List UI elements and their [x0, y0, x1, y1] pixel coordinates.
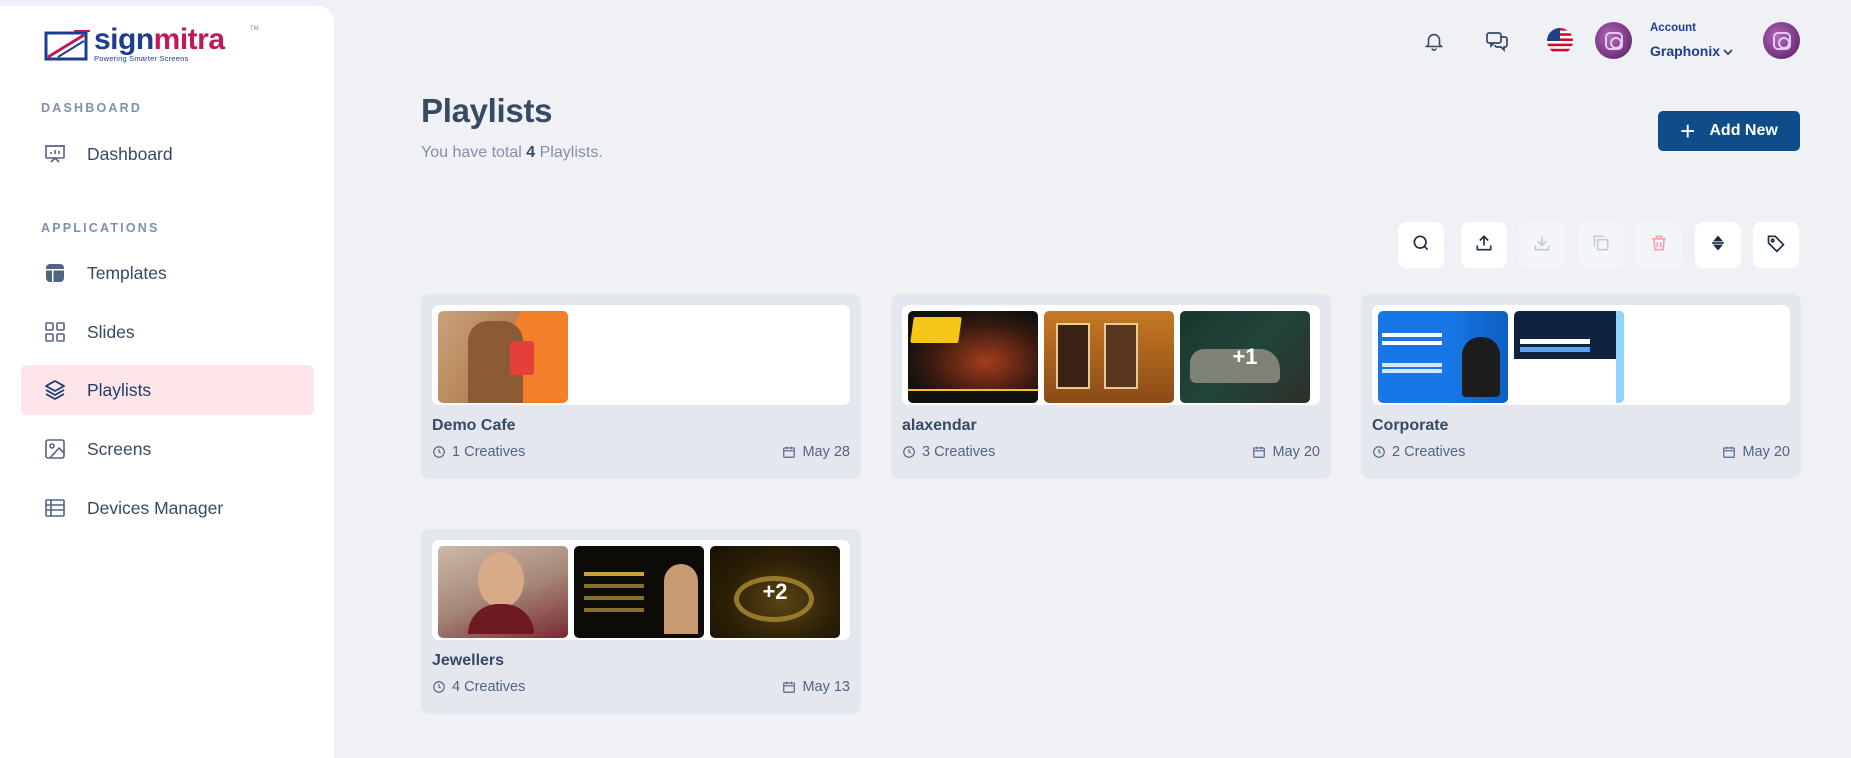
brand-tm: TM: [250, 26, 259, 32]
playlist-name[interactable]: Corporate: [1372, 417, 1448, 435]
sidebar-item-label: Screens: [87, 438, 152, 459]
playlist-name[interactable]: Demo Cafe: [432, 417, 516, 435]
more-creatives-badge: +1: [1180, 311, 1310, 403]
image-icon: [42, 436, 68, 462]
search-button[interactable]: [1398, 222, 1444, 268]
playlist-count: 4: [526, 144, 536, 161]
logo-mark-icon: [44, 27, 92, 63]
copy-icon: [1591, 233, 1611, 258]
tag-button[interactable]: [1753, 222, 1799, 268]
sidebar-item-label: Dashboard: [87, 143, 173, 164]
sidebar-item-label: Devices Manager: [87, 497, 224, 518]
nav-heading-applications: APPLICATIONS: [41, 221, 160, 235]
playlist-thumbnails: +1: [902, 305, 1320, 405]
playlist-name[interactable]: Jewellers: [432, 652, 504, 670]
sort-icon: [1708, 233, 1728, 258]
playlist-thumbnails: [432, 305, 850, 405]
sidebar-item-screens[interactable]: Screens: [21, 424, 314, 474]
account-avatar[interactable]: [1595, 22, 1632, 59]
brand-name: signmitra: [94, 23, 225, 56]
sidebar: signmitra Powering Smarter Screens TM DA…: [0, 6, 334, 758]
creatives-count: 2 Creatives: [1372, 444, 1465, 460]
brand-logo[interactable]: signmitra Powering Smarter Screens TM: [44, 23, 259, 63]
creative-thumbnail: +2: [710, 546, 840, 638]
plus-icon: +: [1680, 116, 1696, 146]
clock-icon: [1373, 446, 1385, 458]
search-icon: [1411, 233, 1431, 258]
grid-apps-icon: [42, 319, 68, 345]
us-flag-language-icon[interactable]: [1545, 26, 1575, 56]
calendar-icon: [783, 446, 796, 458]
creative-thumbnail: [574, 546, 704, 638]
delete-button[interactable]: [1636, 222, 1682, 268]
playlist-card[interactable]: +2 Jewellers 4 Creatives May 13: [421, 529, 861, 714]
upload-button[interactable]: [1461, 222, 1507, 268]
messages-chat-icon[interactable]: [1482, 26, 1512, 56]
calendar-icon: [783, 681, 796, 693]
clock-icon: [433, 446, 445, 458]
playlist-thumbnails: +2: [432, 540, 850, 640]
creative-thumbnail: +1: [1180, 311, 1310, 403]
creative-thumbnail: [438, 311, 568, 403]
clock-icon: [433, 681, 445, 693]
template-layout-icon: [42, 260, 68, 286]
creatives-count: 3 Creatives: [902, 444, 995, 460]
upload-icon: [1474, 233, 1494, 258]
creative-thumbnail: [1514, 311, 1624, 403]
sidebar-item-dashboard[interactable]: Dashboard: [21, 129, 314, 179]
calendar-icon: [1723, 446, 1736, 458]
creative-thumbnail: [438, 546, 568, 638]
creatives-count: 1 Creatives: [432, 444, 525, 460]
playlist-name[interactable]: alaxendar: [902, 417, 977, 435]
playlist-card[interactable]: +1 alaxendar 3 Creatives May 20: [891, 294, 1331, 479]
table-list-icon: [42, 495, 68, 521]
notifications-bell-icon[interactable]: [1419, 26, 1449, 56]
download-icon: [1532, 233, 1552, 258]
sidebar-item-slides[interactable]: Slides: [21, 307, 314, 357]
tag-icon: [1766, 233, 1786, 258]
sidebar-item-devices-manager[interactable]: Devices Manager: [21, 483, 314, 533]
user-avatar[interactable]: [1763, 22, 1800, 59]
playlist-date: May 13: [782, 679, 850, 695]
clock-icon: [903, 446, 915, 458]
duplicate-button[interactable]: [1578, 222, 1624, 268]
page-title: Playlists: [421, 92, 553, 129]
download-button[interactable]: [1519, 222, 1565, 268]
creative-thumbnail: [908, 311, 1038, 403]
account-label: Account: [1650, 22, 1696, 34]
presentation-chart-icon: [42, 141, 68, 167]
add-new-button[interactable]: + Add New: [1658, 111, 1800, 151]
sidebar-item-templates[interactable]: Templates: [21, 248, 314, 298]
playlist-date: May 28: [782, 444, 850, 460]
chevron-down-icon[interactable]: [1722, 45, 1734, 63]
sidebar-item-label: Templates: [87, 262, 167, 283]
page-subtitle: You have total 4 Playlists.: [421, 144, 603, 161]
playlist-thumbnails: [1372, 305, 1790, 405]
layers-icon: [42, 377, 68, 403]
sidebar-item-label: Playlists: [87, 379, 152, 400]
sidebar-item-label: Slides: [87, 321, 135, 342]
creatives-count: 4 Creatives: [432, 679, 525, 695]
playlist-card[interactable]: Demo Cafe 1 Creatives May 28: [421, 294, 861, 479]
playlist-date: May 20: [1252, 444, 1320, 460]
playlist-date: May 20: [1722, 444, 1790, 460]
more-creatives-badge: +2: [710, 546, 840, 638]
calendar-icon: [1253, 446, 1266, 458]
account-name[interactable]: Graphonix: [1650, 43, 1720, 59]
sidebar-item-playlists[interactable]: Playlists: [21, 365, 314, 415]
sort-button[interactable]: [1695, 222, 1741, 268]
creative-thumbnail: [1044, 311, 1174, 403]
trash-icon: [1649, 233, 1669, 258]
playlist-card[interactable]: Corporate 2 Creatives May 20: [1361, 294, 1801, 479]
nav-heading-dashboard: DASHBOARD: [41, 101, 143, 115]
creative-thumbnail: [1378, 311, 1508, 403]
